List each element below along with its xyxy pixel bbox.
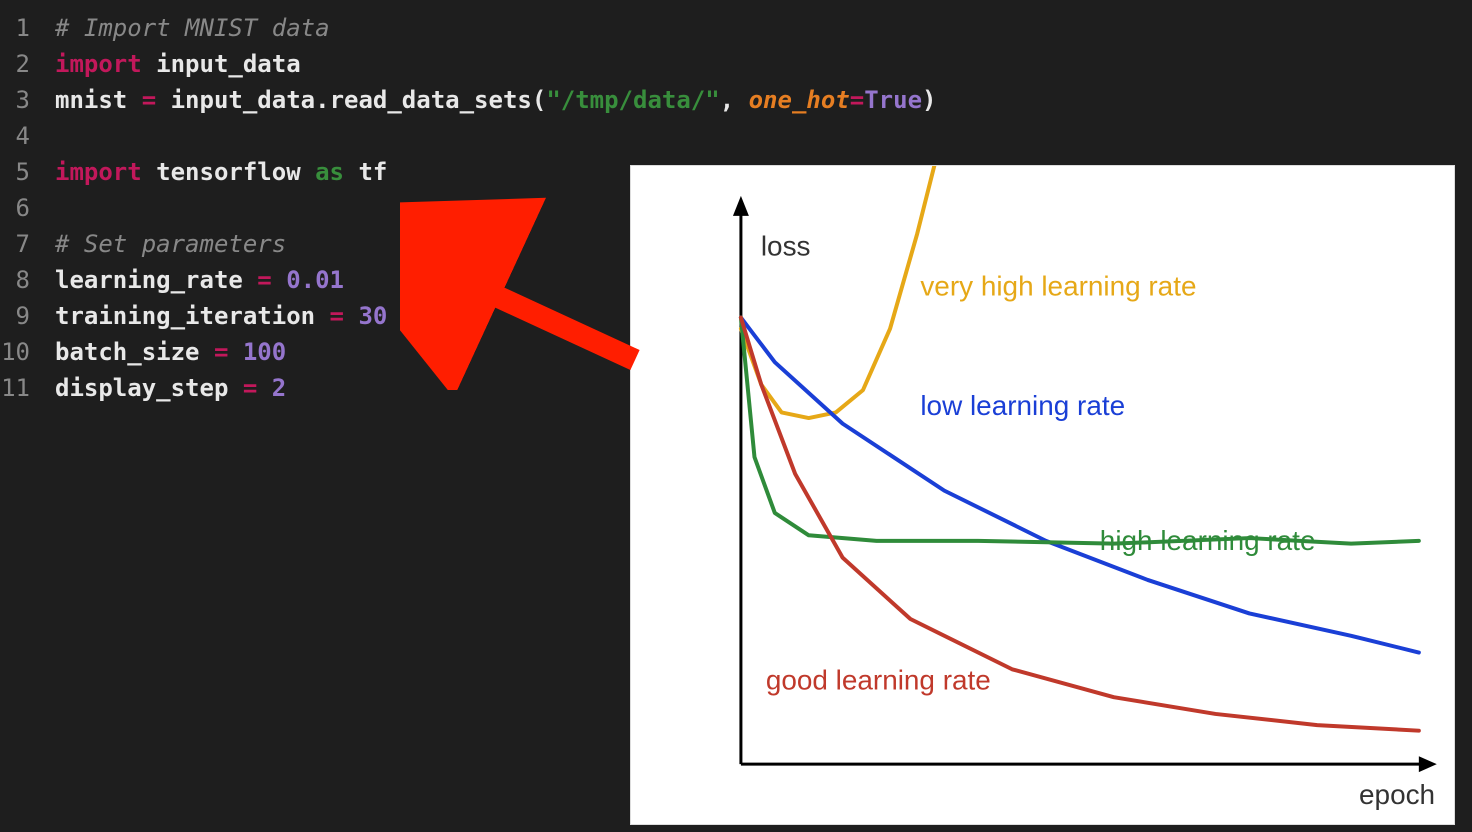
series-label: good learning rate (766, 664, 991, 695)
line-number: 11 (0, 370, 55, 406)
code-content: mnist = input_data.read_data_sets("/tmp/… (55, 82, 936, 118)
line-number: 4 (0, 118, 55, 154)
series-line (741, 318, 1419, 653)
series-label: low learning rate (920, 390, 1125, 421)
line-number: 3 (0, 82, 55, 118)
x-axis-label: epoch (1359, 779, 1435, 810)
line-number: 9 (0, 298, 55, 334)
code-line[interactable]: 2import input_data (0, 46, 1472, 82)
line-number: 2 (0, 46, 55, 82)
code-content: training_iteration = 30 (55, 298, 387, 334)
series-label: very high learning rate (920, 271, 1196, 302)
line-number: 7 (0, 226, 55, 262)
line-number: 8 (0, 262, 55, 298)
code-line[interactable]: 1# Import MNIST data (0, 10, 1472, 46)
code-content: display_step = 2 (55, 370, 286, 406)
y-axis-label: loss (761, 231, 811, 262)
code-content: import tensorflow as tf (55, 154, 387, 190)
line-number: 6 (0, 190, 55, 226)
line-number: 10 (0, 334, 55, 370)
code-line[interactable]: 3mnist = input_data.read_data_sets("/tmp… (0, 82, 1472, 118)
code-content: # Set parameters (55, 226, 286, 262)
code-line[interactable]: 4 (0, 118, 1472, 154)
code-content: learning_rate = 0.01 (55, 262, 344, 298)
chart-svg: loss epoch very high learning rate low lear… (631, 166, 1454, 824)
learning-rate-chart: loss epoch very high learning rate low lear… (630, 165, 1455, 825)
code-content (55, 190, 69, 226)
series-line (741, 318, 1419, 544)
line-number: 5 (0, 154, 55, 190)
code-content: import input_data (55, 46, 301, 82)
code-content (55, 118, 69, 154)
line-number: 1 (0, 10, 55, 46)
code-content: batch_size = 100 (55, 334, 286, 370)
series-line (741, 166, 944, 418)
code-content: # Import MNIST data (55, 10, 330, 46)
series-label: high learning rate (1100, 525, 1316, 556)
